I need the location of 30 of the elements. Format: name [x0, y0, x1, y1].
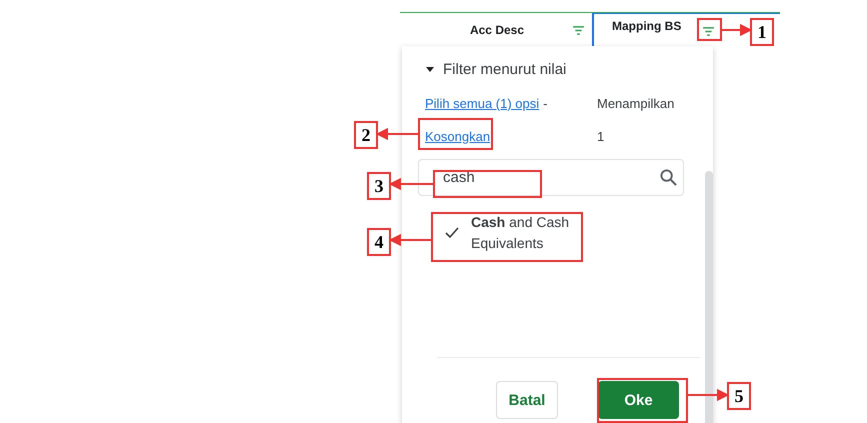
filter-icon[interactable]	[703, 27, 714, 36]
search-input[interactable]: cash	[443, 169, 660, 186]
callout-arrow	[391, 235, 431, 245]
select-all-link[interactable]: Pilih semua (1) opsi	[425, 96, 540, 110]
column-title: Acc Desc	[470, 23, 524, 39]
showing-label: Menampilkan	[597, 96, 674, 110]
search-field[interactable]: cash	[418, 159, 684, 196]
clear-link[interactable]: Kosongkan	[425, 128, 490, 144]
callout-arrow	[722, 25, 750, 35]
callout-number: 1	[750, 18, 774, 46]
cancel-button[interactable]: Batal	[496, 381, 558, 419]
column-title: Mapping BS	[612, 19, 682, 35]
callout-arrow	[378, 129, 418, 139]
callout-number: 4	[367, 228, 391, 256]
ok-button[interactable]: Oke	[598, 381, 679, 419]
callout-number: 2	[354, 121, 378, 149]
highlight-frame	[697, 18, 722, 41]
scrollbar[interactable]	[705, 171, 713, 423]
callout-arrow	[391, 179, 433, 189]
callout-number: 5	[727, 382, 751, 410]
filter-icon[interactable]	[573, 26, 584, 35]
callout-arrow	[688, 390, 727, 400]
column-header[interactable]: Acc Desc	[400, 13, 592, 46]
separator-text: -	[543, 96, 548, 110]
count-text: 1	[597, 128, 604, 144]
callout-number: 3	[367, 172, 391, 200]
filter-option[interactable]: Cash and Cash Equivalents	[445, 212, 585, 254]
search-icon[interactable]	[660, 169, 677, 186]
section-title: Filter menurut nilai	[443, 60, 566, 78]
collapse-triangle-icon[interactable]	[425, 64, 435, 74]
